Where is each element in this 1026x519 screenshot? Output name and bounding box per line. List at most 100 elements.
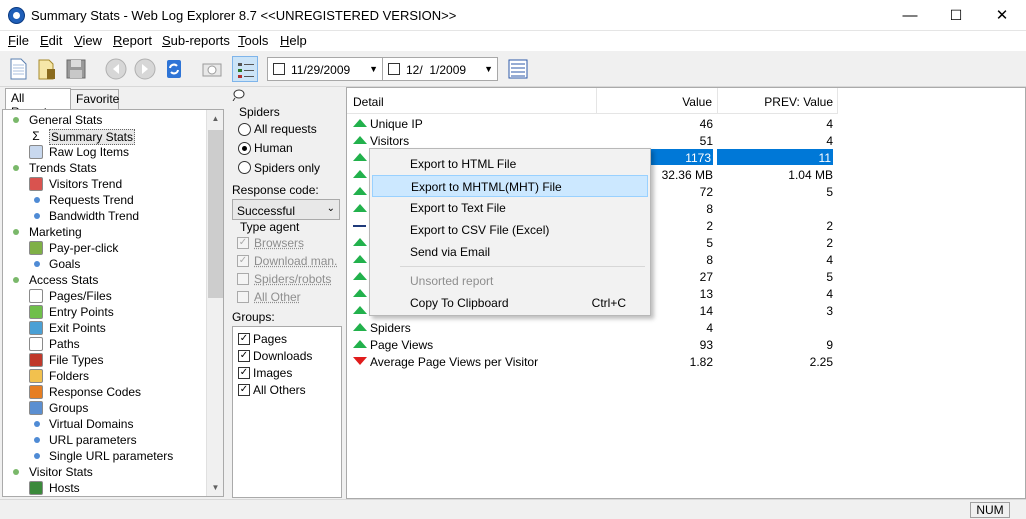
folder-icon <box>29 369 43 383</box>
back-button[interactable] <box>103 56 129 82</box>
radio-human[interactable] <box>238 142 251 155</box>
spiders-robots-checkbox[interactable] <box>237 273 249 285</box>
download-manager-checkbox[interactable]: ✓ <box>237 255 249 267</box>
minimize-button[interactable]: — <box>887 0 933 31</box>
scroll-down-icon[interactable]: ▼ <box>207 479 223 496</box>
trend-up-icon <box>353 119 367 127</box>
menu-help[interactable]: Help <box>280 33 307 48</box>
trend-up-icon <box>353 153 367 161</box>
prev-value-cell: 2 <box>826 236 833 250</box>
menu-file[interactable]: File <box>8 33 29 48</box>
context-menu-item-label: Export to HTML File <box>410 157 517 171</box>
menu-view[interactable]: View <box>74 33 102 48</box>
date-from-picker[interactable]: 11/29/2009 ▼ <box>267 57 383 81</box>
context-menu-item-export-to-html-file[interactable]: Export to HTML File <box>372 153 648 175</box>
save-button[interactable] <box>63 56 89 82</box>
response-code-select[interactable]: Successful ⌄ <box>232 199 340 220</box>
close-button[interactable]: ✕ <box>979 0 1025 31</box>
detail-cell: Page Views <box>370 338 434 352</box>
menu-edit[interactable]: Edit <box>40 33 62 48</box>
prev-value-cell: 11 <box>717 149 833 165</box>
tree-item-label: Access Stats <box>29 273 99 287</box>
tree-item-label: Exit Points <box>49 321 106 335</box>
context-menu-item-export-to-mhtml-mht-file[interactable]: Export to MHTML(MHT) File <box>372 175 648 197</box>
report-options-button[interactable] <box>505 56 531 82</box>
menu-sub-reports[interactable]: Sub-reports <box>162 33 230 48</box>
snapshot-button[interactable] <box>199 56 225 82</box>
filter-panel-button[interactable] <box>232 56 258 82</box>
new-document-button[interactable] <box>5 56 31 82</box>
browsers-checkbox[interactable]: ✓ <box>237 237 249 249</box>
tree-item-label: Hosts <box>49 481 80 495</box>
tree-item-label: Pay-per-click <box>49 241 119 255</box>
context-menu-item-unsorted-report: Unsorted report <box>372 270 648 292</box>
tree-item-label: Goals <box>49 257 81 271</box>
trend-up-icon <box>353 255 367 263</box>
tree-item-label: Raw Log Items <box>49 145 130 159</box>
date-to-picker[interactable]: 12/ 1/2009 ▼ <box>382 57 498 81</box>
forward-button[interactable] <box>132 56 158 82</box>
table-row[interactable]: Visitors 51 4 <box>347 132 837 149</box>
type-agent-label: Type agent <box>240 220 300 234</box>
page-icon <box>29 289 43 303</box>
pin-icon[interactable] <box>232 89 246 102</box>
prev-value-cell: 2 <box>826 219 833 233</box>
trend-up-icon <box>353 204 367 212</box>
date-from-checkbox[interactable] <box>273 63 285 75</box>
all-other-checkbox[interactable] <box>237 291 249 303</box>
report-list-icon <box>508 59 528 79</box>
prev-value-cell: 3 <box>826 304 833 318</box>
tree-scrollbar[interactable]: ▲ ▼ <box>206 110 223 496</box>
trend-up-icon <box>353 170 367 178</box>
refresh-icon <box>167 60 181 78</box>
menu-file-key: F <box>8 33 16 48</box>
forward-arrow-icon <box>134 58 156 80</box>
date-to-checkbox[interactable] <box>388 63 400 75</box>
images-checkbox[interactable]: ✓ <box>238 367 250 379</box>
tab-favorite[interactable]: Favorite <box>70 89 119 109</box>
maximize-button[interactable]: ☐ <box>933 0 979 31</box>
table-row[interactable]: Page Views 93 9 <box>347 336 837 353</box>
tree-bullet-icon <box>13 165 19 171</box>
column-header-prev-value[interactable]: PREV: Value <box>718 88 838 114</box>
tree-item-label: Bandwidth Trend <box>49 209 140 223</box>
value-cell: 4 <box>706 321 713 335</box>
pages-checkbox[interactable]: ✓ <box>238 333 250 345</box>
tree-item-label: Folders <box>49 369 90 383</box>
menu-report-rest: eport <box>122 33 153 48</box>
refresh-button[interactable] <box>161 56 187 82</box>
hosts-icon <box>29 481 43 495</box>
table-row[interactable]: Spiders 4 <box>347 319 837 336</box>
context-menu-item-copy-to-clipboard[interactable]: Copy To Clipboard Ctrl+C <box>372 292 648 314</box>
menu-edit-rest: dit <box>48 33 63 48</box>
menu-report[interactable]: Report <box>113 33 152 48</box>
downloads-checkbox[interactable]: ✓ <box>238 350 250 362</box>
bullet-icon <box>34 421 40 427</box>
entry-icon <box>29 305 43 319</box>
scroll-thumb[interactable] <box>208 130 223 298</box>
radio-all-requests[interactable] <box>238 123 251 136</box>
column-header-value[interactable]: Value <box>597 88 718 114</box>
camera-icon <box>202 63 222 77</box>
trend-up-icon <box>353 272 367 280</box>
table-row[interactable]: Average Page Views per Visitor 1.82 2.25 <box>347 353 837 370</box>
context-menu-item-label: Copy To Clipboard <box>410 296 509 310</box>
response-code-label: Response code: <box>232 183 319 197</box>
table-row[interactable]: Unique IP 46 4 <box>347 115 837 132</box>
scroll-up-icon[interactable]: ▲ <box>207 110 223 127</box>
radio-spiders-only[interactable] <box>238 161 251 174</box>
back-arrow-icon <box>105 58 127 80</box>
menu-tools[interactable]: Tools <box>238 33 268 48</box>
open-button[interactable] <box>34 56 60 82</box>
context-menu-item-export-to-csv-file-excel[interactable]: Export to CSV File (Excel) <box>372 219 648 241</box>
tab-all-reports[interactable]: All Reports <box>5 88 71 119</box>
context-menu-item-send-via-email[interactable]: Send via Email <box>372 241 648 263</box>
column-header-detail[interactable]: Detail <box>347 88 597 114</box>
report-tree[interactable]: ▲ ▼ General Stats Σ Summary Stats Raw Log I… <box>2 109 224 497</box>
context-menu-item-export-to-text-file[interactable]: Export to Text File <box>372 197 648 219</box>
menu-sub-reports-rest: ub-reports <box>170 33 230 48</box>
all-other-label: All Other <box>254 290 301 304</box>
context-menu-item-label: Export to CSV File (Excel) <box>410 223 550 237</box>
groups-icon <box>29 401 43 415</box>
all-others-checkbox[interactable]: ✓ <box>238 384 250 396</box>
